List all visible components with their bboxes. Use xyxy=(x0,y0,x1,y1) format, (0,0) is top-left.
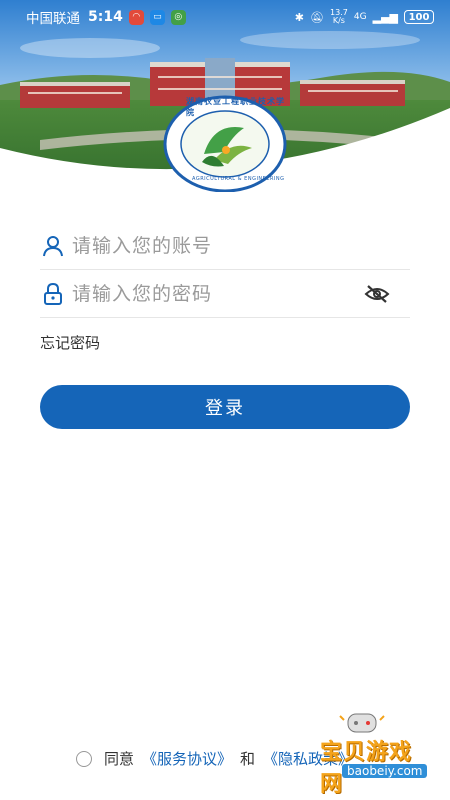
logo-text-top: 湖南农业工程职业技术学院 xyxy=(186,97,285,117)
logo-text-bottom: AGRICULTURAL & ENGINEERING xyxy=(192,176,285,182)
signal-label: 4G xyxy=(353,12,367,22)
agree-conjunction: 和 xyxy=(240,750,256,768)
watermark: 宝贝游戏网 baobeiy.com xyxy=(292,712,432,797)
battery-icon: 100 xyxy=(404,10,434,24)
carrier-label: 中国联通 xyxy=(26,11,80,27)
agree-prefix: 同意 xyxy=(104,750,135,768)
network-speed: 13.7 K/s xyxy=(330,8,348,25)
college-logo: 湖南农业工程职业技术学院 AGRICULTURAL & ENGINEERING xyxy=(162,92,288,193)
login-form: 忘记密码 登录 xyxy=(40,222,410,429)
notification-app-icon: ◠ xyxy=(128,9,144,25)
eye-closed-icon[interactable] xyxy=(362,279,392,309)
account-field xyxy=(40,222,410,270)
status-bar: 中国联通 5:14 ◠ ▭ ◎ ✱ 🔕︎ 13.7 K/s 4G ▂▄▆ 100 xyxy=(0,0,450,34)
bluetooth-icon: ✱ xyxy=(294,10,304,24)
user-icon xyxy=(40,233,66,259)
service-agreement-link[interactable]: 《服务协议》 xyxy=(142,748,232,769)
signal-bars-icon: ▂▄▆ xyxy=(372,10,398,24)
password-field xyxy=(40,270,410,318)
clock-time: 5:14 xyxy=(88,9,123,25)
password-input[interactable] xyxy=(72,282,362,305)
wechat-app-icon: ◎ xyxy=(170,9,186,25)
agree-radio[interactable] xyxy=(76,750,92,767)
login-button[interactable]: 登录 xyxy=(40,385,410,429)
account-input[interactable] xyxy=(72,234,410,257)
mute-icon: 🔕︎ xyxy=(309,10,324,24)
watermark-url: baobeiy.com xyxy=(342,764,428,778)
message-app-icon: ▭ xyxy=(149,9,165,25)
lock-icon xyxy=(40,281,66,307)
forgot-password-link[interactable]: 忘记密码 xyxy=(40,332,100,353)
